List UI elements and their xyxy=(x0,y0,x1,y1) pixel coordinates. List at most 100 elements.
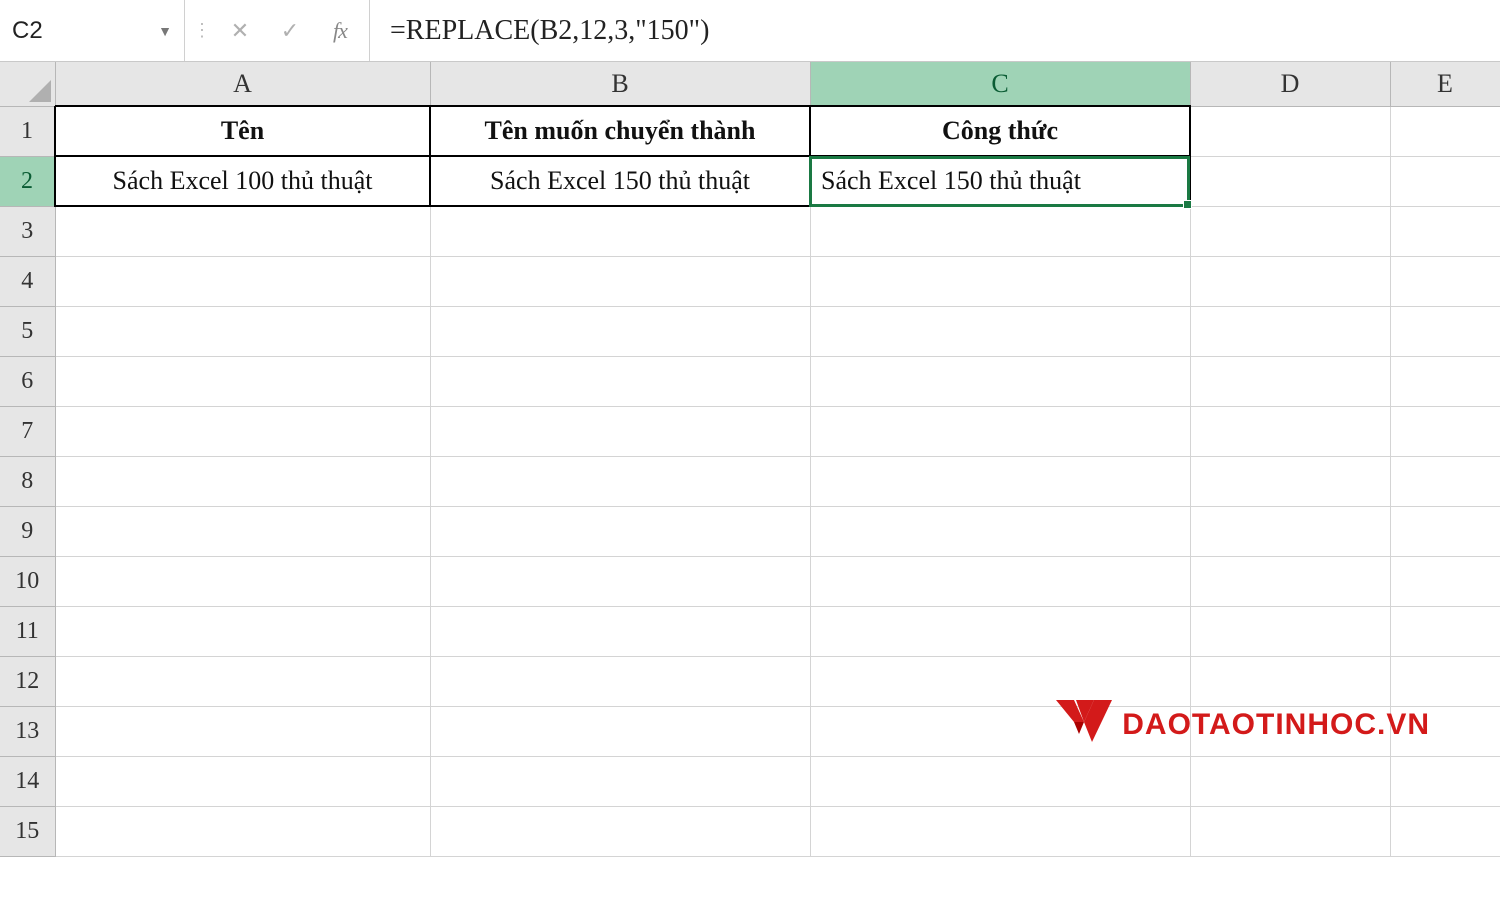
cell-b9[interactable] xyxy=(430,506,810,556)
cell-a11[interactable] xyxy=(55,606,430,656)
col-header-e[interactable]: E xyxy=(1390,62,1500,106)
cancel-icon[interactable]: ✕ xyxy=(215,0,265,61)
cell-e8[interactable] xyxy=(1390,456,1500,506)
cell-c3[interactable] xyxy=(810,206,1190,256)
row-header-1[interactable]: 1 xyxy=(0,106,55,156)
row-header-9[interactable]: 9 xyxy=(0,506,55,556)
cell-e12[interactable] xyxy=(1390,656,1500,706)
cell-e7[interactable] xyxy=(1390,406,1500,456)
cell-a12[interactable] xyxy=(55,656,430,706)
cell-e11[interactable] xyxy=(1390,606,1500,656)
row-header-11[interactable]: 11 xyxy=(0,606,55,656)
row-header-8[interactable]: 8 xyxy=(0,456,55,506)
cell-a8[interactable] xyxy=(55,456,430,506)
cell-b4[interactable] xyxy=(430,256,810,306)
cell-b14[interactable] xyxy=(430,756,810,806)
cell-a2[interactable]: Sách Excel 100 thủ thuật xyxy=(55,156,430,206)
cell-d1[interactable] xyxy=(1190,106,1390,156)
cell-d3[interactable] xyxy=(1190,206,1390,256)
cell-c10[interactable] xyxy=(810,556,1190,606)
cell-b11[interactable] xyxy=(430,606,810,656)
cell-c4[interactable] xyxy=(810,256,1190,306)
cell-a10[interactable] xyxy=(55,556,430,606)
cell-c12[interactable] xyxy=(810,656,1190,706)
cell-d10[interactable] xyxy=(1190,556,1390,606)
cell-c5[interactable] xyxy=(810,306,1190,356)
cell-d11[interactable] xyxy=(1190,606,1390,656)
cell-a9[interactable] xyxy=(55,506,430,556)
cell-b1[interactable]: Tên muốn chuyển thành xyxy=(430,106,810,156)
cell-b10[interactable] xyxy=(430,556,810,606)
cell-a7[interactable] xyxy=(55,406,430,456)
cell-a13[interactable] xyxy=(55,706,430,756)
name-box-container[interactable]: C2 ▼ xyxy=(0,0,185,61)
row-header-5[interactable]: 5 xyxy=(0,306,55,356)
cell-c7[interactable] xyxy=(810,406,1190,456)
cell-d14[interactable] xyxy=(1190,756,1390,806)
row-header-2[interactable]: 2 xyxy=(0,156,55,206)
cell-e6[interactable] xyxy=(1390,356,1500,406)
cell-b7[interactable] xyxy=(430,406,810,456)
cell-d6[interactable] xyxy=(1190,356,1390,406)
cell-c15[interactable] xyxy=(810,806,1190,856)
cell-b3[interactable] xyxy=(430,206,810,256)
cell-c11[interactable] xyxy=(810,606,1190,656)
cell-b12[interactable] xyxy=(430,656,810,706)
cell-d12[interactable] xyxy=(1190,656,1390,706)
name-box-dropdown-icon[interactable]: ▼ xyxy=(152,23,178,39)
cell-d8[interactable] xyxy=(1190,456,1390,506)
fx-icon[interactable]: fx xyxy=(315,0,365,61)
cell-e4[interactable] xyxy=(1390,256,1500,306)
cell-e15[interactable] xyxy=(1390,806,1500,856)
cell-e9[interactable] xyxy=(1390,506,1500,556)
cell-d9[interactable] xyxy=(1190,506,1390,556)
row-header-6[interactable]: 6 xyxy=(0,356,55,406)
cell-e3[interactable] xyxy=(1390,206,1500,256)
col-header-a[interactable]: A xyxy=(55,62,430,106)
cell-a1[interactable]: Tên xyxy=(55,106,430,156)
cell-b15[interactable] xyxy=(430,806,810,856)
name-box[interactable]: C2 xyxy=(12,17,152,45)
cell-e1[interactable] xyxy=(1390,106,1500,156)
cell-d4[interactable] xyxy=(1190,256,1390,306)
row-header-15[interactable]: 15 xyxy=(0,806,55,856)
cell-c14[interactable] xyxy=(810,756,1190,806)
formula-input[interactable]: =REPLACE(B2,12,3,"150") xyxy=(370,0,1500,61)
col-header-c[interactable]: C xyxy=(810,62,1190,106)
cell-c1[interactable]: Công thức xyxy=(810,106,1190,156)
cell-c9[interactable] xyxy=(810,506,1190,556)
cell-d2[interactable] xyxy=(1190,156,1390,206)
col-header-b[interactable]: B xyxy=(430,62,810,106)
row-header-4[interactable]: 4 xyxy=(0,256,55,306)
cell-d15[interactable] xyxy=(1190,806,1390,856)
cell-a15[interactable] xyxy=(55,806,430,856)
cell-e10[interactable] xyxy=(1390,556,1500,606)
cell-d7[interactable] xyxy=(1190,406,1390,456)
cell-b13[interactable] xyxy=(430,706,810,756)
cell-b8[interactable] xyxy=(430,456,810,506)
cell-b6[interactable] xyxy=(430,356,810,406)
cell-c8[interactable] xyxy=(810,456,1190,506)
row-header-3[interactable]: 3 xyxy=(0,206,55,256)
col-header-d[interactable]: D xyxy=(1190,62,1390,106)
enter-icon[interactable]: ✓ xyxy=(265,0,315,61)
cell-c2[interactable]: Sách Excel 150 thủ thuật xyxy=(810,156,1190,206)
cell-e2[interactable] xyxy=(1390,156,1500,206)
cell-a6[interactable] xyxy=(55,356,430,406)
cell-e5[interactable] xyxy=(1390,306,1500,356)
select-all-corner[interactable] xyxy=(0,62,55,106)
cell-b2[interactable]: Sách Excel 150 thủ thuật xyxy=(430,156,810,206)
row-header-12[interactable]: 12 xyxy=(0,656,55,706)
cell-a14[interactable] xyxy=(55,756,430,806)
cell-d5[interactable] xyxy=(1190,306,1390,356)
cell-a3[interactable] xyxy=(55,206,430,256)
row-header-13[interactable]: 13 xyxy=(0,706,55,756)
cell-b5[interactable] xyxy=(430,306,810,356)
cell-c6[interactable] xyxy=(810,356,1190,406)
cell-a5[interactable] xyxy=(55,306,430,356)
row-header-10[interactable]: 10 xyxy=(0,556,55,606)
row-header-7[interactable]: 7 xyxy=(0,406,55,456)
row-header-14[interactable]: 14 xyxy=(0,756,55,806)
cell-a4[interactable] xyxy=(55,256,430,306)
cell-e14[interactable] xyxy=(1390,756,1500,806)
